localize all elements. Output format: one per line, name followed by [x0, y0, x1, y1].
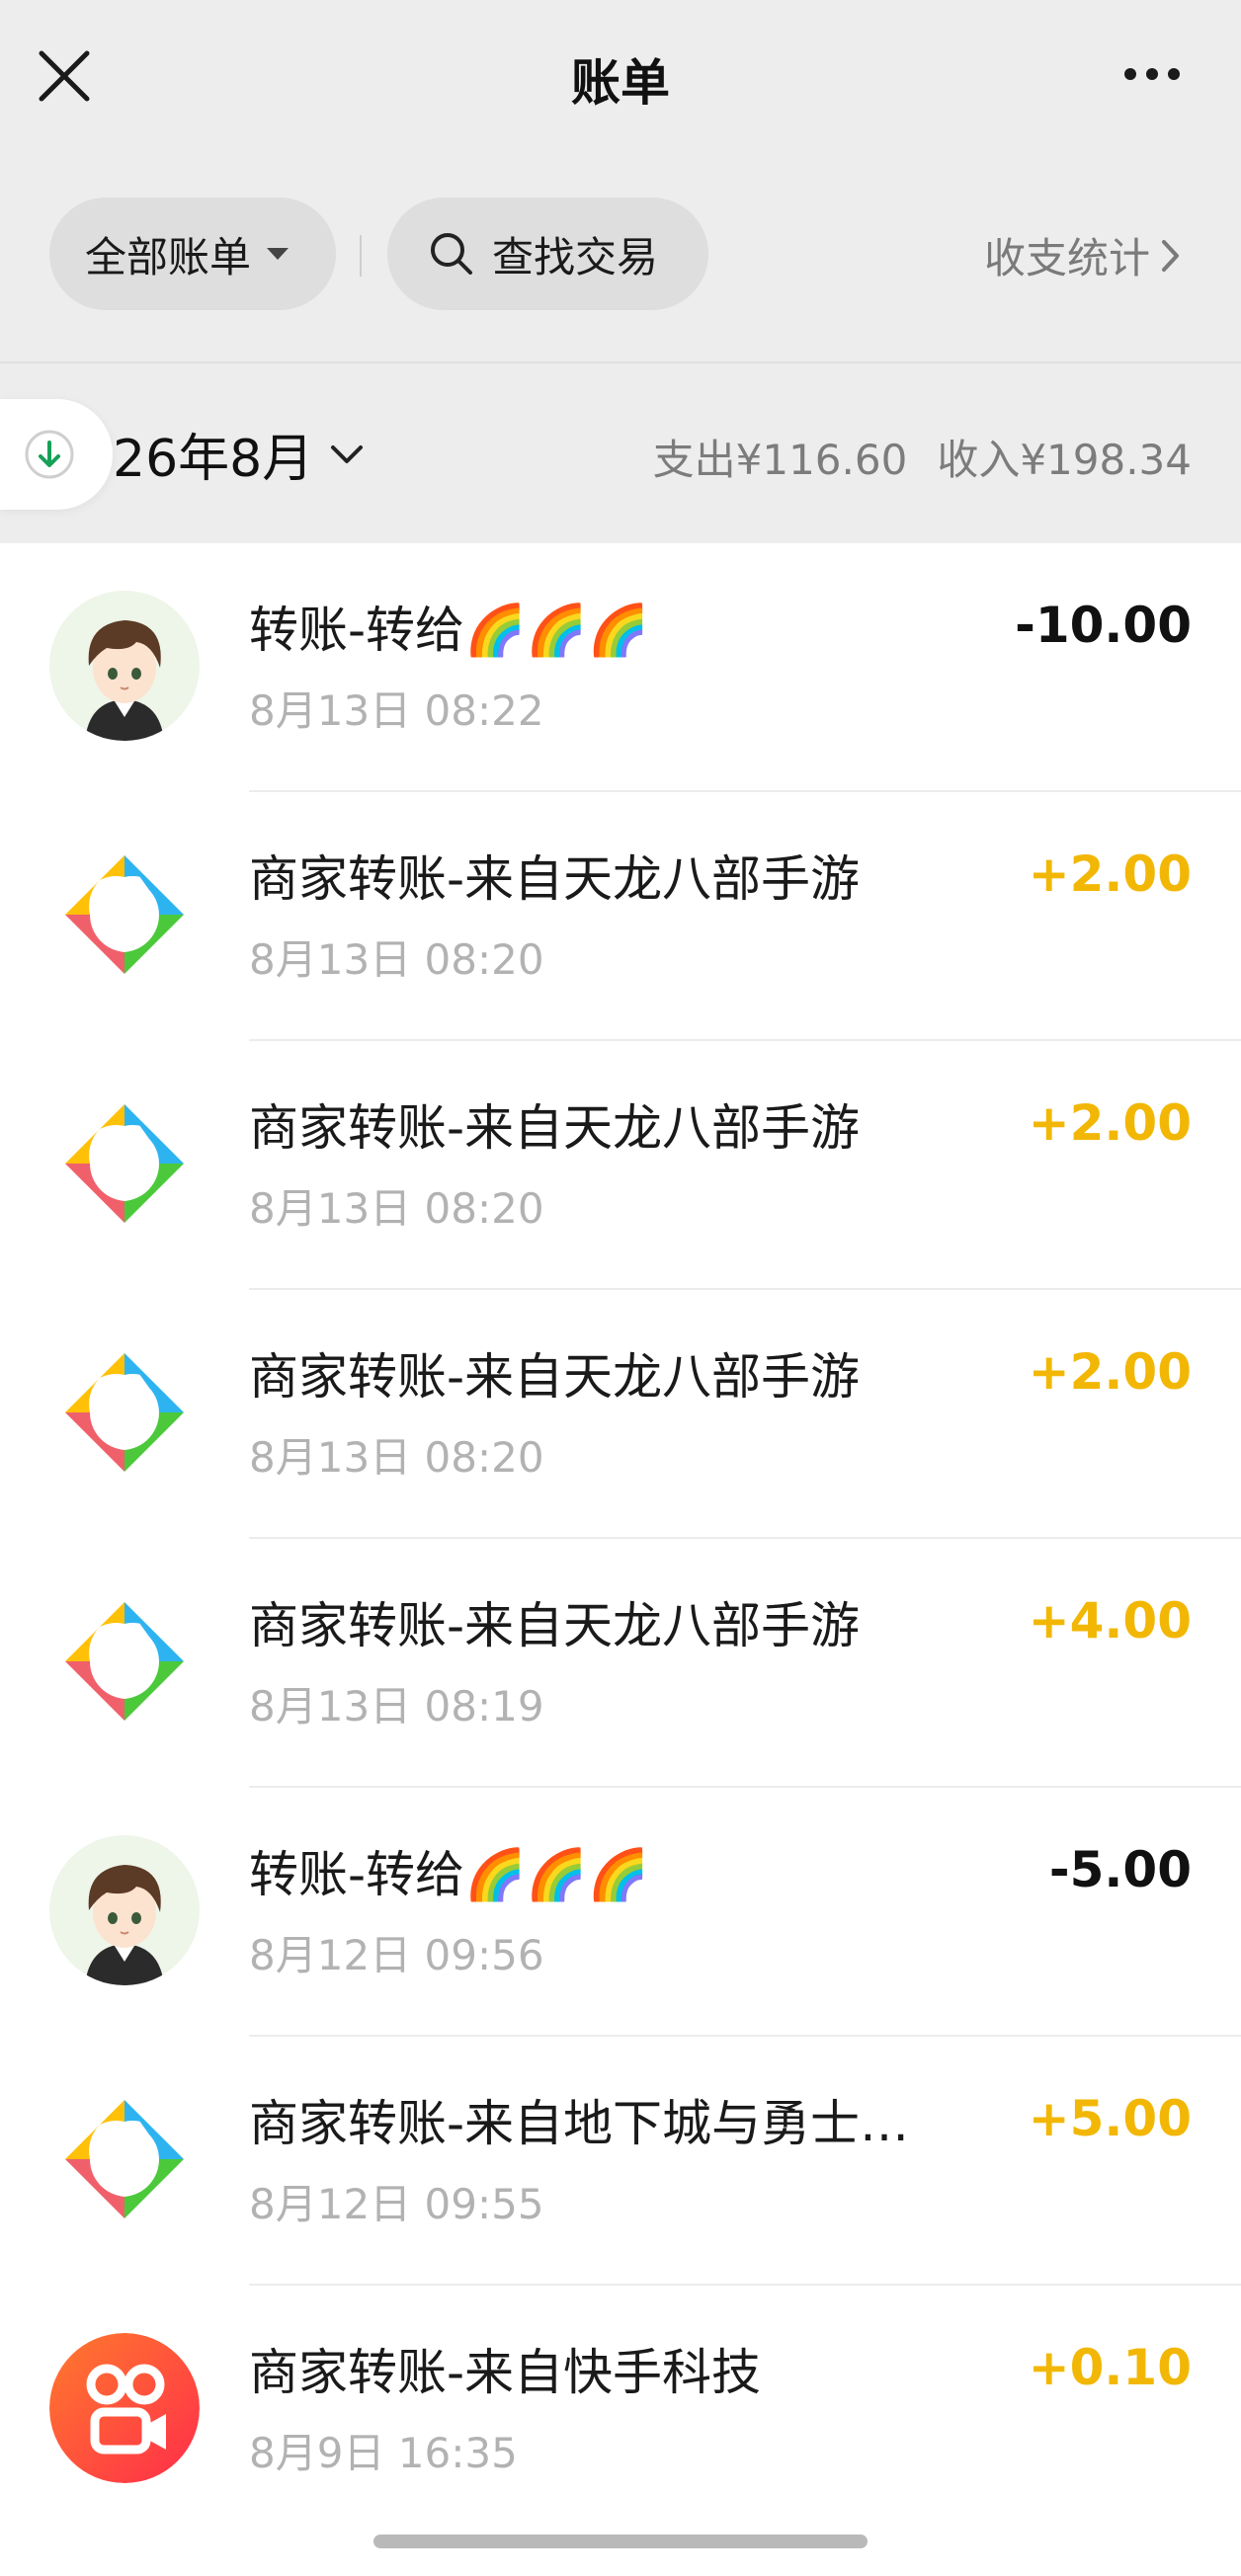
transaction-row[interactable]: 商家转账-来自天龙八部手游 8月13日 08:19 +4.00: [0, 1539, 1241, 1788]
merchant-logo-icon: [65, 2100, 184, 2218]
transaction-time: 8月13日 08:20: [249, 935, 544, 984]
transaction-time: 8月13日 08:19: [249, 1682, 544, 1731]
transaction-amount: +0.10: [1028, 2339, 1192, 2396]
merchant-logo-icon: [65, 1602, 184, 1721]
transaction-time: 8月9日 16:35: [249, 2429, 518, 2477]
all-bills-dropdown[interactable]: 全部账单: [49, 198, 336, 310]
month-summary-bar: 26年8月 支出¥116.60 收入¥198.34: [0, 363, 1241, 543]
transaction-title: 商家转账-来自天龙八部手游: [249, 1597, 861, 1654]
filter-bar: 全部账单 查找交易 收支统计: [0, 198, 1241, 314]
transaction-amount: -5.00: [1048, 1841, 1192, 1898]
download-bill-button[interactable]: [0, 399, 113, 510]
caret-down-icon: [267, 248, 290, 260]
transaction-title: 转账-转给🌈🌈🌈: [249, 1846, 649, 1903]
month-totals: 支出¥116.60 收入¥198.34: [653, 427, 1192, 487]
transaction-time: 8月13日 08:20: [249, 1184, 544, 1233]
merchant-logo-icon: [65, 1104, 184, 1223]
transaction-row[interactable]: 转账-转给🌈🌈🌈 8月12日 09:56 -5.00: [0, 1788, 1241, 2037]
transaction-list: 转账-转给🌈🌈🌈 8月13日 08:22 -10.00 商家转账-来自天龙八部手…: [0, 543, 1241, 2576]
month-label: 26年8月: [113, 430, 314, 489]
transaction-amount: +2.00: [1028, 845, 1192, 903]
month-selector[interactable]: 26年8月: [113, 417, 365, 491]
merchant-logo-icon: [65, 855, 184, 974]
download-icon: [25, 430, 74, 479]
transaction-time: 8月13日 08:20: [249, 1433, 544, 1482]
transaction-time: 8月12日 09:55: [249, 2180, 544, 2228]
more-dots-icon: [1124, 68, 1180, 80]
home-indicator[interactable]: [373, 2535, 868, 2548]
income-expense-stats-link[interactable]: 收支统计: [984, 225, 1182, 285]
transaction-title: 商家转账-来自天龙八部手游: [249, 1099, 861, 1157]
transaction-title: 转账-转给🌈🌈🌈: [249, 602, 649, 659]
transaction-title: 商家转账-来自天龙八部手游: [249, 1348, 861, 1406]
user-avatar: [49, 1835, 200, 1985]
transaction-title: 商家转账-来自天龙八部手游: [249, 850, 861, 908]
search-transactions-button[interactable]: 查找交易: [387, 198, 708, 310]
transaction-time: 8月12日 09:56: [249, 1931, 544, 1979]
transaction-row[interactable]: 商家转账-来自地下城与勇士… 8月12日 09:55 +5.00: [0, 2037, 1241, 2286]
user-avatar: [49, 591, 200, 741]
stats-label: 收支统计: [984, 234, 1151, 282]
more-options-button[interactable]: [1120, 59, 1184, 89]
page-title: 账单: [571, 54, 670, 112]
transaction-row[interactable]: 商家转账-来自天龙八部手游 8月13日 08:20 +2.00: [0, 1041, 1241, 1290]
all-bills-label: 全部账单: [85, 232, 252, 282]
filter-divider: [360, 235, 362, 277]
transaction-amount: +5.00: [1028, 2090, 1192, 2147]
transaction-amount: +2.00: [1028, 1094, 1192, 1152]
transaction-row[interactable]: 商家转账-来自快手科技 8月9日 16:35 +0.10: [0, 2286, 1241, 2535]
transaction-title: 商家转账-来自地下城与勇士…: [249, 2095, 910, 2152]
expense-total: 支出¥116.60: [652, 436, 908, 484]
search-label: 查找交易: [492, 232, 659, 282]
chevron-right-icon: [1162, 239, 1180, 272]
search-icon: [431, 233, 472, 275]
transaction-row[interactable]: 商家转账-来自天龙八部手游 8月13日 08:20 +2.00: [0, 792, 1241, 1041]
transaction-amount: -10.00: [1015, 597, 1192, 654]
transaction-amount: +4.00: [1028, 1592, 1192, 1650]
transaction-amount: +2.00: [1028, 1343, 1192, 1401]
transaction-row[interactable]: 商家转账-来自天龙八部手游 8月13日 08:20 +2.00: [0, 1290, 1241, 1539]
transaction-title: 商家转账-来自快手科技: [249, 2344, 762, 2401]
merchant-logo-icon: [65, 1353, 184, 1472]
top-bar: 账单: [0, 0, 1241, 158]
chevron-down-icon: [331, 444, 364, 463]
transaction-row[interactable]: 转账-转给🌈🌈🌈 8月13日 08:22 -10.00: [0, 543, 1241, 792]
income-total: 收入¥198.34: [937, 436, 1192, 484]
transaction-time: 8月13日 08:22: [249, 686, 544, 735]
kuaishou-logo-icon: [49, 2333, 200, 2483]
